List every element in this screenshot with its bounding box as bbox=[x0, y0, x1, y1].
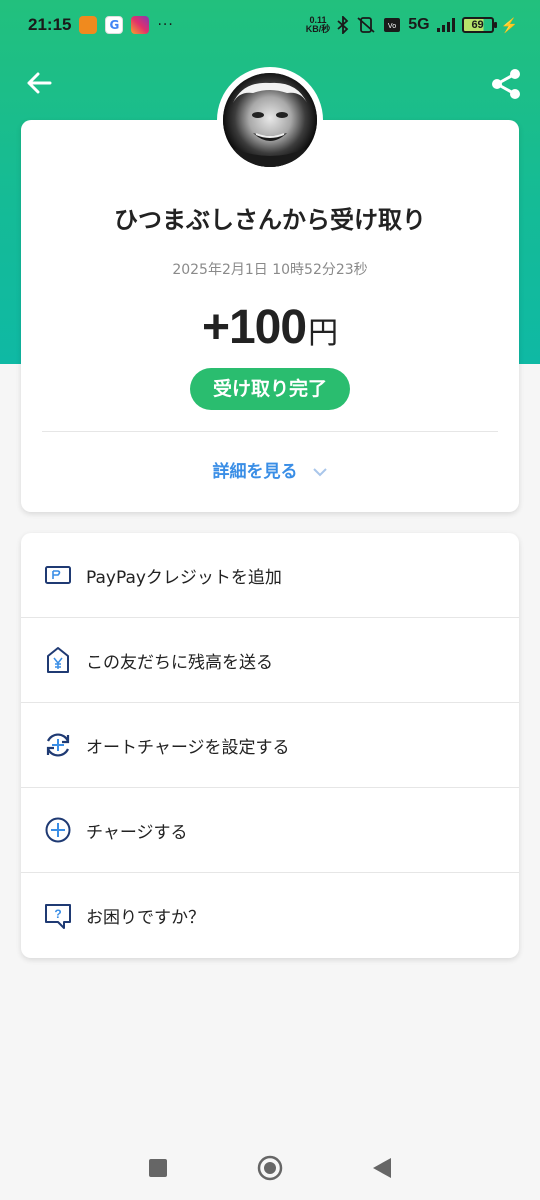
yen-send-icon bbox=[43, 645, 73, 675]
status-bar-left: 21:15 G ··· bbox=[28, 15, 174, 35]
avatar-frame bbox=[217, 67, 323, 173]
action-charge[interactable]: チャージする bbox=[21, 788, 519, 873]
action-add-credit[interactable]: PayPayクレジットを追加 bbox=[21, 533, 519, 618]
network-speed: 0.11 KB/秒 bbox=[306, 16, 331, 34]
network-speed-unit: KB/秒 bbox=[305, 24, 331, 34]
transaction-datetime: 2025年2月1日 10時52分23秒 bbox=[172, 262, 368, 278]
avatar-photo bbox=[223, 73, 317, 167]
battery-icon: 69 bbox=[461, 17, 497, 33]
recent-apps-button[interactable] bbox=[144, 1154, 172, 1182]
google-icon: G bbox=[105, 16, 124, 34]
action-send-balance[interactable]: この友だちに残高を送る bbox=[21, 618, 519, 703]
auto-charge-icon bbox=[43, 730, 73, 760]
vibrate-off-icon bbox=[357, 17, 375, 33]
home-button[interactable] bbox=[256, 1154, 284, 1182]
chevron-down-icon bbox=[313, 462, 328, 482]
back-button[interactable] bbox=[22, 66, 56, 100]
network-type: 5G bbox=[408, 16, 430, 33]
currency-unit: 円 bbox=[308, 316, 339, 351]
bluetooth-icon bbox=[337, 16, 349, 34]
status-bar: 21:15 G ··· 0.11 KB/秒 Vo 5G 69 ⚡ bbox=[0, 0, 540, 50]
amount-display: +100円 bbox=[21, 300, 519, 355]
back-nav-button[interactable] bbox=[368, 1154, 396, 1182]
plus-circle-icon bbox=[43, 815, 73, 845]
action-auto-charge[interactable]: オートチャージを設定する bbox=[21, 703, 519, 788]
square-icon bbox=[149, 1159, 167, 1177]
charging-icon: ⚡ bbox=[500, 16, 518, 33]
signal-icon bbox=[436, 18, 455, 32]
transaction-card: ひつまぶしさんから受け取り 2025年2月1日 10時52分23秒 +100円 … bbox=[21, 120, 519, 512]
transaction-title: ひつまぶしさんから受け取り bbox=[114, 206, 426, 234]
action-list: PayPayクレジットを追加 この友だちに残高を送る オートチャージを設定する … bbox=[21, 533, 519, 958]
svg-text:?: ? bbox=[54, 907, 61, 921]
back-arrow-icon bbox=[27, 72, 52, 94]
volte-icon: Vo bbox=[384, 18, 401, 32]
share-icon bbox=[492, 69, 520, 99]
home-circle-icon bbox=[257, 1155, 283, 1181]
more-notifications-icon: ··· bbox=[157, 17, 174, 33]
action-label: この友だちに残高を送る bbox=[86, 652, 273, 673]
share-button[interactable] bbox=[486, 64, 526, 104]
amount-value: +100 bbox=[201, 301, 307, 354]
svg-text:Vo: Vo bbox=[388, 23, 396, 30]
help-chat-icon: ? bbox=[43, 901, 73, 931]
action-label: PayPayクレジットを追加 bbox=[86, 567, 282, 588]
action-help[interactable]: ? お困りですか？ bbox=[21, 873, 519, 958]
action-label: チャージする bbox=[86, 822, 188, 843]
clock: 21:15 bbox=[28, 15, 72, 34]
shopping-app-icon bbox=[79, 16, 98, 34]
battery-level: 69 bbox=[471, 19, 484, 31]
instagram-icon bbox=[131, 16, 150, 34]
view-details-label: 詳細を見る bbox=[212, 462, 298, 482]
divider bbox=[42, 431, 498, 432]
triangle-back-icon bbox=[373, 1158, 391, 1178]
card-icon bbox=[43, 560, 73, 590]
action-label: お困りですか？ bbox=[86, 908, 205, 928]
action-label: オートチャージを設定する bbox=[86, 737, 290, 758]
status-bar-right: 0.11 KB/秒 Vo 5G 69 ⚡ bbox=[306, 16, 518, 34]
avatar bbox=[223, 73, 317, 167]
view-details-link[interactable]: 詳細を見る bbox=[21, 457, 519, 482]
status-badge: 受け取り完了 bbox=[190, 368, 350, 410]
system-navigation-bar bbox=[0, 1140, 540, 1196]
